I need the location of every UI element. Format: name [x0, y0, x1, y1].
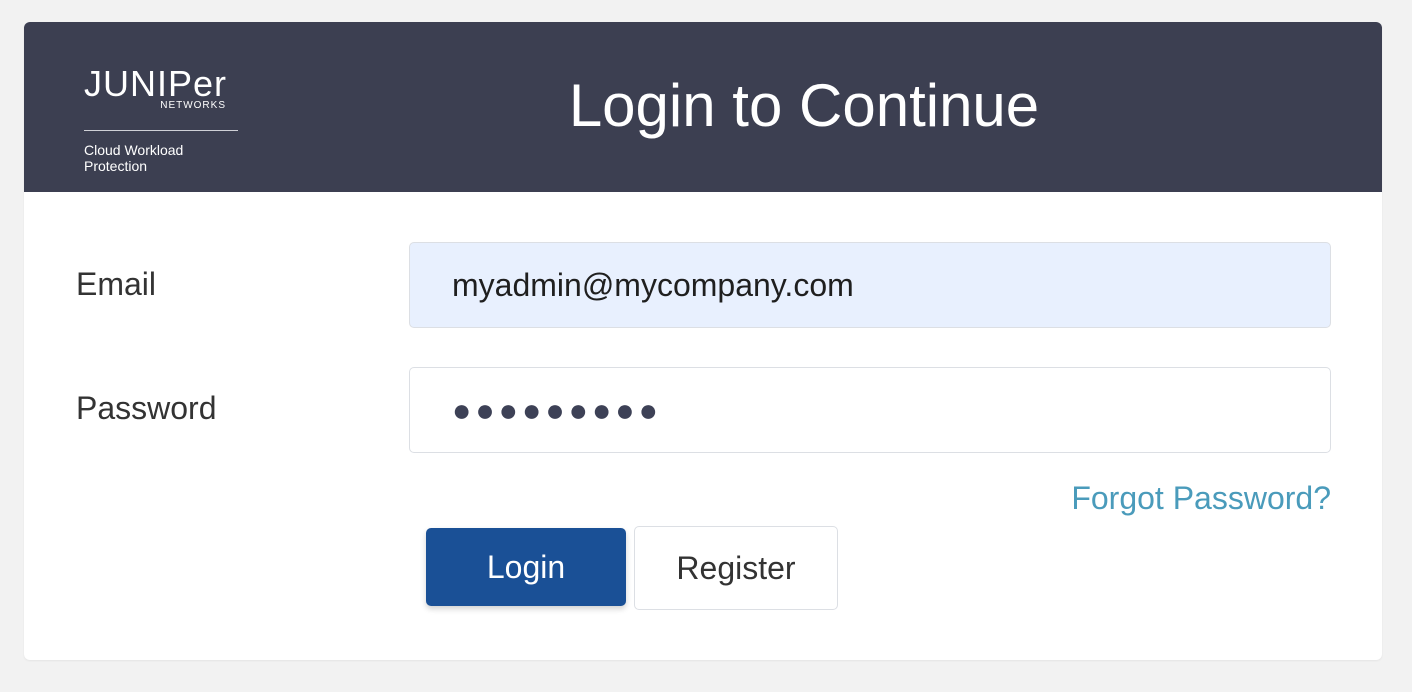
password-field[interactable]	[409, 367, 1331, 453]
logo-wordmark: JUNIPer	[84, 63, 228, 104]
juniper-logo: JUNIPer NETWORKS Cloud Workload Protecti…	[84, 63, 240, 174]
page-title: Login to Continue	[568, 72, 1040, 139]
logo-product-name: Cloud Workload Protection	[84, 142, 184, 174]
header-bar: JUNIPer NETWORKS Cloud Workload Protecti…	[24, 22, 1382, 192]
password-label: Password	[76, 390, 217, 426]
logo-divider	[84, 130, 238, 131]
login-button[interactable]: Login	[426, 528, 626, 606]
login-card: JUNIPer NETWORKS Cloud Workload Protecti…	[24, 22, 1382, 660]
register-button[interactable]: Register	[634, 526, 838, 610]
email-label: Email	[76, 266, 157, 302]
forgot-password-link[interactable]: Forgot Password?	[1071, 478, 1331, 518]
email-field[interactable]	[409, 242, 1331, 328]
